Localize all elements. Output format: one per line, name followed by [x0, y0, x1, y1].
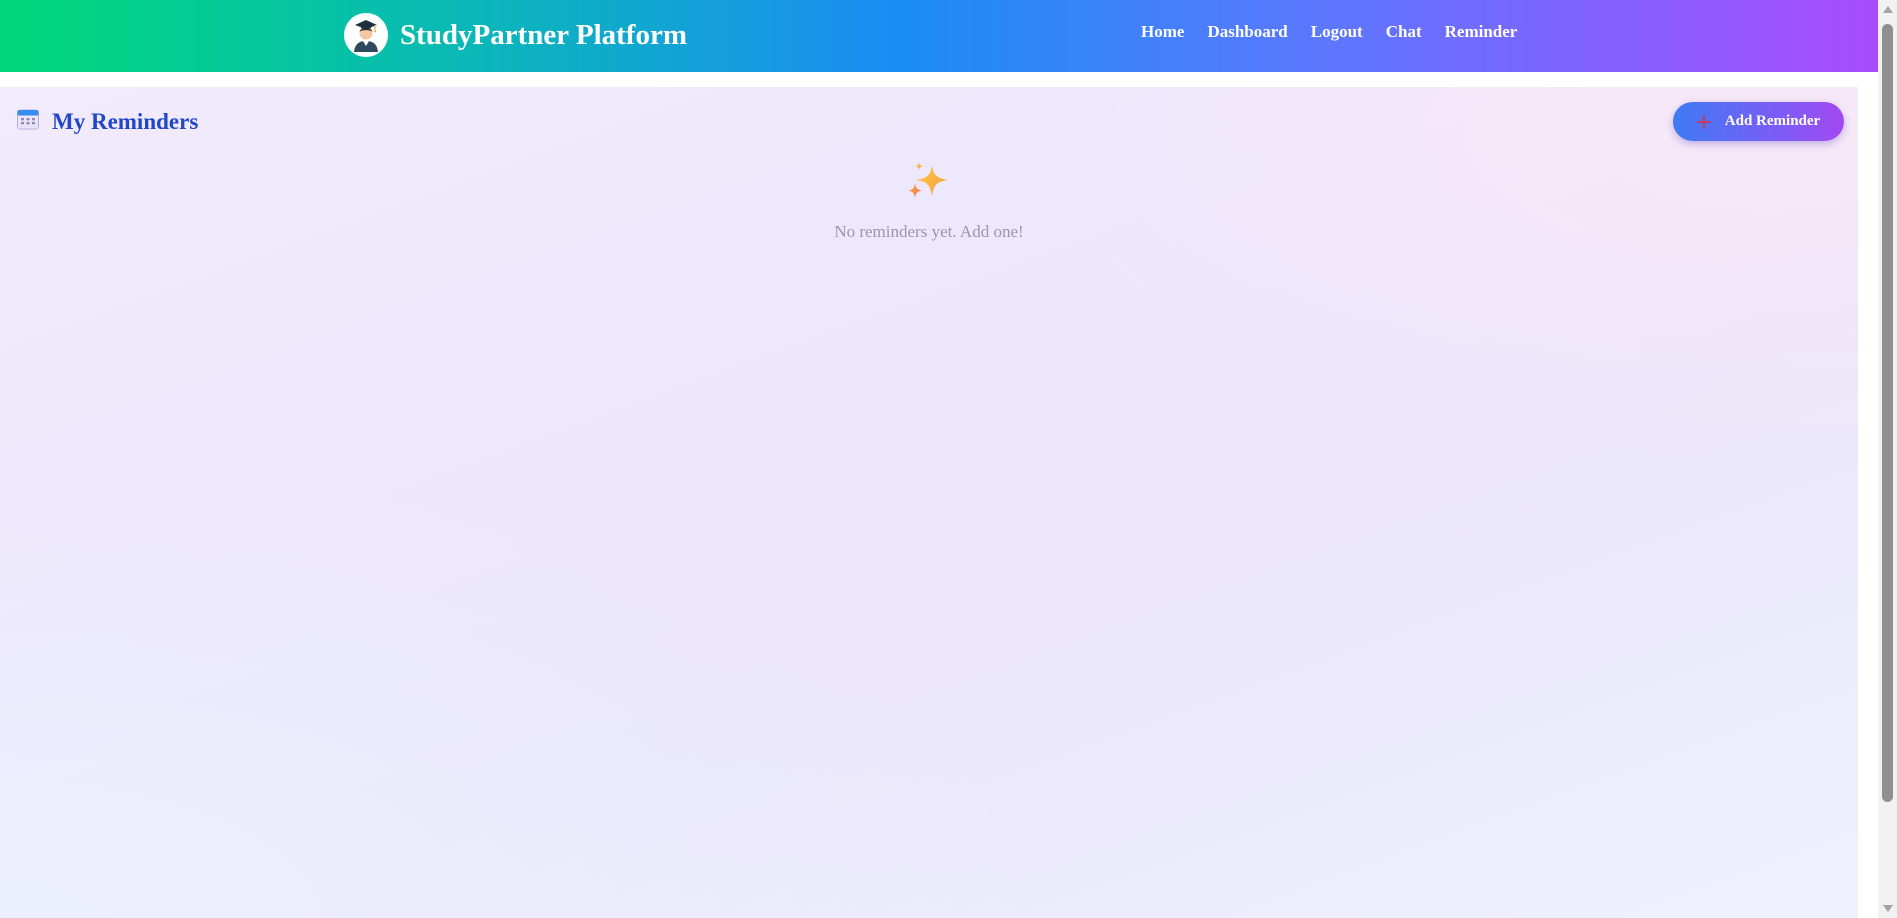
page: StudyPartner Platform Home Dashboard Log… [0, 0, 1897, 918]
nav-chat-link[interactable]: Chat [1386, 22, 1422, 42]
plus-icon [1696, 114, 1711, 129]
page-title: My Reminders [52, 108, 199, 134]
empty-message: No reminders yet. Add one! [834, 222, 1024, 241]
add-reminder-button[interactable]: Add Reminder [1673, 102, 1844, 141]
brand-title: StudyPartner Platform [400, 18, 687, 51]
nav-dashboard-link[interactable]: Dashboard [1207, 22, 1287, 42]
scroll-up-arrow-icon[interactable] [1883, 6, 1893, 13]
reminders-panel: My Reminders Add Reminder No reminders y… [0, 87, 1858, 918]
nav-logout-link[interactable]: Logout [1311, 22, 1363, 42]
reminders-header: My Reminders [16, 107, 198, 136]
top-navbar: StudyPartner Platform Home Dashboard Log… [0, 0, 1878, 72]
empty-state: No reminders yet. Add one! [0, 157, 1858, 242]
nav-reminder-link[interactable]: Reminder [1445, 22, 1518, 42]
graduate-avatar-icon [344, 13, 388, 57]
main-nav: Home Dashboard Logout Chat Reminder [1141, 22, 1517, 42]
scroll-thumb[interactable] [1882, 24, 1893, 802]
scroll-down-arrow-icon[interactable] [1883, 905, 1893, 912]
calendar-icon [16, 107, 40, 136]
vertical-scrollbar[interactable] [1878, 0, 1897, 918]
nav-home-link[interactable]: Home [1141, 22, 1184, 42]
brand[interactable]: StudyPartner Platform [344, 12, 687, 58]
sparkles-icon [904, 162, 954, 211]
add-reminder-label: Add Reminder [1724, 113, 1821, 129]
